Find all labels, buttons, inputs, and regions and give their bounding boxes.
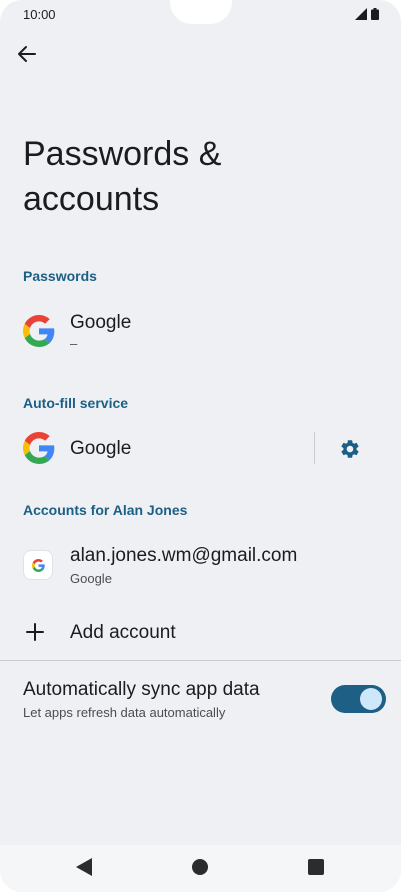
signal-icon [355, 8, 367, 20]
google-logo-icon [31, 558, 45, 572]
google-logo-icon [23, 315, 55, 347]
page-title: Passwords & accounts [23, 135, 222, 218]
auto-sync-toggle[interactable] [331, 685, 386, 713]
account-email: alan.jones.wm@gmail.com [70, 545, 298, 566]
password-manager-subtitle: – [70, 336, 78, 351]
account-item[interactable]: alan.jones.wm@gmail.com Google [0, 535, 401, 595]
battery-icon [371, 8, 379, 20]
password-manager-google[interactable]: Google – [0, 300, 401, 362]
auto-sync-title: Automatically sync app data [23, 679, 260, 700]
plus-icon [26, 623, 44, 641]
account-provider: Google [70, 571, 112, 586]
autofill-service-title: Google [70, 438, 132, 459]
status-bar: 10:00 [0, 0, 401, 28]
section-header-autofill: Auto-fill service [23, 395, 129, 411]
vertical-divider [314, 432, 315, 464]
nav-recents-icon[interactable] [308, 859, 324, 875]
gear-icon [341, 440, 359, 458]
auto-sync-subtitle: Let apps refresh data automatically [23, 705, 226, 720]
section-header-accounts: Accounts for Alan Jones [23, 502, 188, 518]
autofill-service-google[interactable]: Google [0, 425, 300, 473]
section-divider [0, 660, 401, 661]
password-manager-title: Google [70, 312, 132, 333]
nav-home-icon[interactable] [192, 859, 208, 875]
status-time: 10:00 [23, 7, 56, 22]
status-icons [355, 8, 379, 20]
add-account-button[interactable]: Add account [0, 610, 401, 656]
add-account-label: Add account [70, 622, 176, 643]
nav-back-icon[interactable] [75, 857, 93, 877]
back-button[interactable] [14, 41, 40, 67]
google-logo-icon [23, 432, 55, 464]
navigation-bar [0, 845, 401, 892]
back-arrow-icon [18, 46, 36, 62]
autofill-settings-button[interactable] [336, 435, 364, 463]
toggle-knob [360, 688, 382, 710]
section-header-passwords: Passwords [23, 268, 97, 284]
settings-screen: 10:00 Passwords & accounts Passwords Goo… [0, 0, 401, 892]
account-avatar [24, 551, 52, 579]
